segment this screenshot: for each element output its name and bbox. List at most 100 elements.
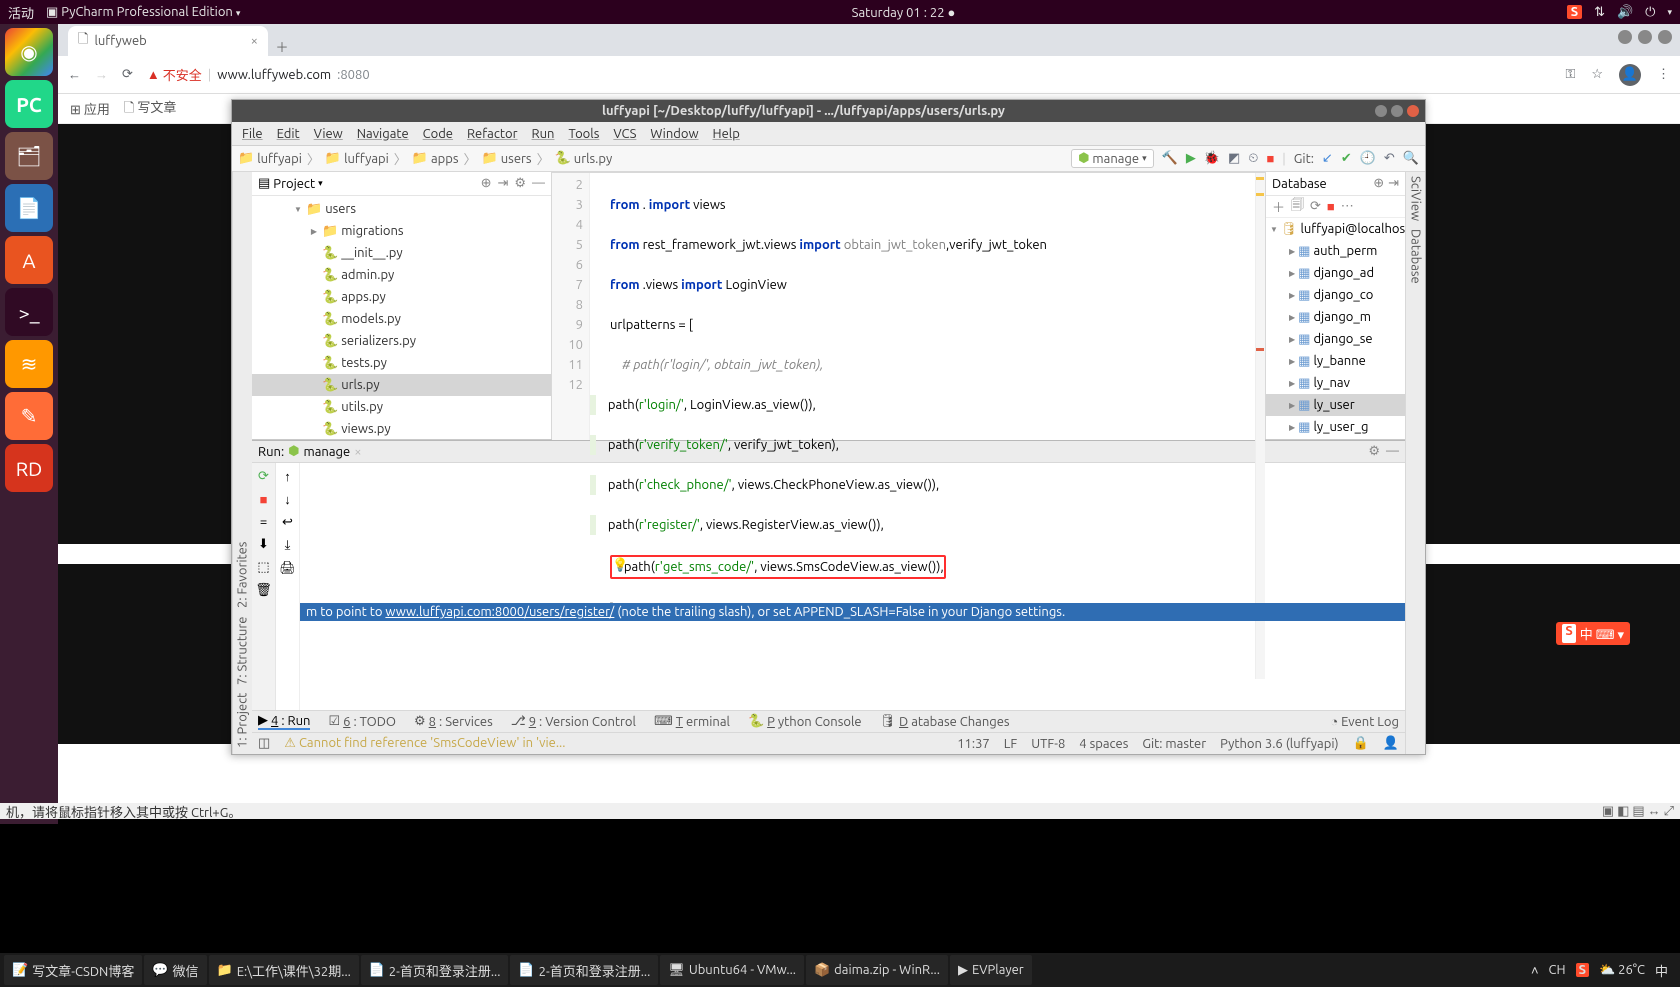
db-table[interactable]: ▶▦ly_user <box>1266 394 1405 416</box>
menu-file[interactable]: File <box>236 125 269 143</box>
git-branch[interactable]: Git: master <box>1142 737 1206 751</box>
menu-view[interactable]: View <box>308 125 349 143</box>
db-table[interactable]: ▶▦django_se <box>1266 328 1405 350</box>
db-new-icon[interactable]: ＋ <box>1272 197 1285 216</box>
tree-node[interactable]: 🐍models.py <box>252 308 551 330</box>
tree-node[interactable]: 🐍views.py <box>252 418 551 439</box>
breadcrumb[interactable]: 📁luffyapi〉📁luffyapi〉📁apps〉📁users〉🐍urls.p… <box>238 149 612 168</box>
run-settings-icon[interactable]: ⚙ <box>1368 444 1380 459</box>
sogou-ime-floating[interactable]: S中 ⌨ ▾ <box>1556 622 1630 645</box>
git-history-icon[interactable]: 🕘 <box>1360 151 1376 166</box>
tree-node[interactable]: 🐍apps.py <box>252 286 551 308</box>
settings-icon[interactable]: ⚙ <box>514 176 526 191</box>
bottom-tab[interactable]: ⌨ Terminal <box>654 714 730 729</box>
taskbar-item[interactable]: 📦daima.zip - WinR... <box>806 955 948 985</box>
activities-label[interactable]: 活动 <box>8 3 34 22</box>
launcher-terminal-icon[interactable]: >_ <box>5 288 53 336</box>
tree-node[interactable]: 🐍utils.py <box>252 396 551 418</box>
tree-node[interactable]: 🐍serializers.py <box>252 330 551 352</box>
menu-refactor[interactable]: Refactor <box>461 125 524 143</box>
bottom-tab[interactable]: 🐍 Python Console <box>748 714 862 729</box>
stop-icon[interactable]: ■ <box>1266 151 1274 166</box>
side-tab[interactable]: 1: Project <box>236 693 250 748</box>
maximize-icon[interactable] <box>1391 105 1403 117</box>
db-table[interactable]: ▶▦ly_user_u <box>1266 438 1405 439</box>
status-square-icon[interactable]: ◫ <box>258 736 270 751</box>
sogou-indicator-icon[interactable]: S <box>1567 5 1582 19</box>
apps-shortcut[interactable]: ⊞ 应用 <box>70 99 110 118</box>
breadcrumb-item[interactable]: urls.py <box>574 152 612 166</box>
bottom-tab[interactable]: ☑ 6: TODO <box>328 714 396 729</box>
menu-navigate[interactable]: Navigate <box>351 125 415 143</box>
breadcrumb-item[interactable]: users <box>501 152 532 166</box>
right-tool-strip[interactable]: SciViewDatabase <box>1405 172 1425 754</box>
tray-chevron-icon[interactable]: ˄ <box>1531 963 1539 978</box>
db-copy-icon[interactable]: 🗐 <box>1291 196 1304 218</box>
line-ending[interactable]: LF <box>1004 737 1017 751</box>
run-layout-icon[interactable]: ⬚ <box>257 560 269 575</box>
run-trash-icon[interactable]: 🗑 <box>255 583 272 598</box>
collapse-all-icon[interactable]: ⇥ <box>497 176 508 191</box>
tree-node[interactable]: 🐍__init__.py <box>252 242 551 264</box>
bottom-tab[interactable]: 🛢 Database Changes <box>880 714 1010 729</box>
network-icon[interactable]: ⇅ <box>1594 5 1605 20</box>
run-down-icon[interactable]: ⬇ <box>258 537 269 552</box>
reload-button[interactable]: ⟳ <box>122 67 133 82</box>
status-warning[interactable]: ⚠ Cannot find reference 'SmsCodeView' in… <box>284 736 565 751</box>
python-interpreter[interactable]: Python 3.6 (luffyapi) <box>1220 737 1338 751</box>
side-tab[interactable]: Database <box>1409 229 1423 284</box>
taskbar-item[interactable]: 🖥Ubuntu64 - VMw... <box>660 955 804 985</box>
run-stop-icon[interactable]: ■ <box>260 492 268 507</box>
bottom-tab[interactable]: ⎇ 9: Version Control <box>511 714 636 729</box>
db-refresh-icon[interactable]: ⟳ <box>1310 199 1321 214</box>
taskbar-item[interactable]: 💬微信 <box>144 955 206 985</box>
app-menu[interactable]: ▣ PyCharm Professional Edition ▾ <box>46 5 240 20</box>
chrome-minimize-icon[interactable] <box>1618 30 1632 44</box>
db-table[interactable]: ▶▦django_co <box>1266 284 1405 306</box>
tree-node[interactable]: 🐍urls.py <box>252 374 551 396</box>
db-add-icon[interactable]: ⊕ <box>1373 176 1384 191</box>
db-settings-icon[interactable]: ⇥ <box>1388 176 1399 191</box>
git-revert-icon[interactable]: ↶ <box>1384 151 1395 166</box>
db-stop-icon[interactable]: ■ <box>1327 199 1335 214</box>
db-table[interactable]: ▶▦django_m <box>1266 306 1405 328</box>
project-tree[interactable]: ▼📁users▶📁migrations🐍__init__.py🐍admin.py… <box>252 196 551 439</box>
tray-sogou-icon[interactable]: S <box>1576 963 1589 977</box>
database-tree[interactable]: ▼🛢luffyapi@localhost▶▦auth_perm▶▦django_… <box>1266 218 1405 439</box>
launcher-files-icon[interactable]: 🗂 <box>5 132 53 180</box>
build-icon[interactable]: 🔨 <box>1162 151 1178 166</box>
lock-icon[interactable]: 🔒 <box>1353 736 1369 751</box>
db-table[interactable]: ▶▦ly_nav <box>1266 372 1405 394</box>
chrome-maximize-icon[interactable] <box>1638 30 1652 44</box>
clock[interactable]: Saturday 01 : 22 <box>852 6 945 20</box>
run-icon[interactable]: ▶ <box>1186 151 1196 166</box>
run-hide-icon[interactable]: — <box>1386 444 1399 459</box>
taskbar-item[interactable]: 📄2-首页和登录注册... <box>361 955 509 985</box>
tree-node[interactable]: ▼📁users <box>252 198 551 220</box>
bookmark-write[interactable]: 🗋 写文章 <box>124 97 176 121</box>
menu-code[interactable]: Code <box>417 125 459 143</box>
db-connection[interactable]: ▼🛢luffyapi@localhost <box>1266 218 1405 240</box>
inspector-icon[interactable]: 👤 <box>1383 736 1399 751</box>
tree-node[interactable]: 🐍admin.py <box>252 264 551 286</box>
menu-window[interactable]: Window <box>644 125 704 143</box>
back-button[interactable]: ← <box>68 67 81 82</box>
breadcrumb-item[interactable]: luffyapi <box>257 152 302 166</box>
event-log-button[interactable]: ◔ Event Log <box>1330 714 1399 729</box>
launcher-pycharm-icon[interactable]: PC <box>5 80 53 128</box>
taskbar-item[interactable]: ▶EVPlayer <box>950 955 1032 985</box>
forward-button[interactable]: → <box>95 67 108 82</box>
db-table[interactable]: ▶▦ly_banne <box>1266 350 1405 372</box>
git-commit-icon[interactable]: ✔ <box>1341 151 1352 166</box>
menu-edit[interactable]: Edit <box>271 125 306 143</box>
soft-wrap-icon[interactable]: ↩ <box>282 515 293 530</box>
menu-run[interactable]: Run <box>526 125 561 143</box>
tree-node[interactable]: ▶📁migrations <box>252 220 551 242</box>
encoding[interactable]: UTF-8 <box>1031 737 1065 751</box>
run-output[interactable]: m to point to www.luffyapi.com:8000/user… <box>300 463 1405 710</box>
taskbar-item[interactable]: 📝写文章-CSDN博客 <box>4 955 142 985</box>
left-tool-strip[interactable]: 1: Project7: Structure2: Favorites <box>232 172 252 754</box>
down-arrow-icon[interactable]: ↓ <box>284 492 291 507</box>
password-key-icon[interactable]: ⚿ <box>1565 67 1575 82</box>
up-arrow-icon[interactable]: ↑ <box>284 469 291 484</box>
